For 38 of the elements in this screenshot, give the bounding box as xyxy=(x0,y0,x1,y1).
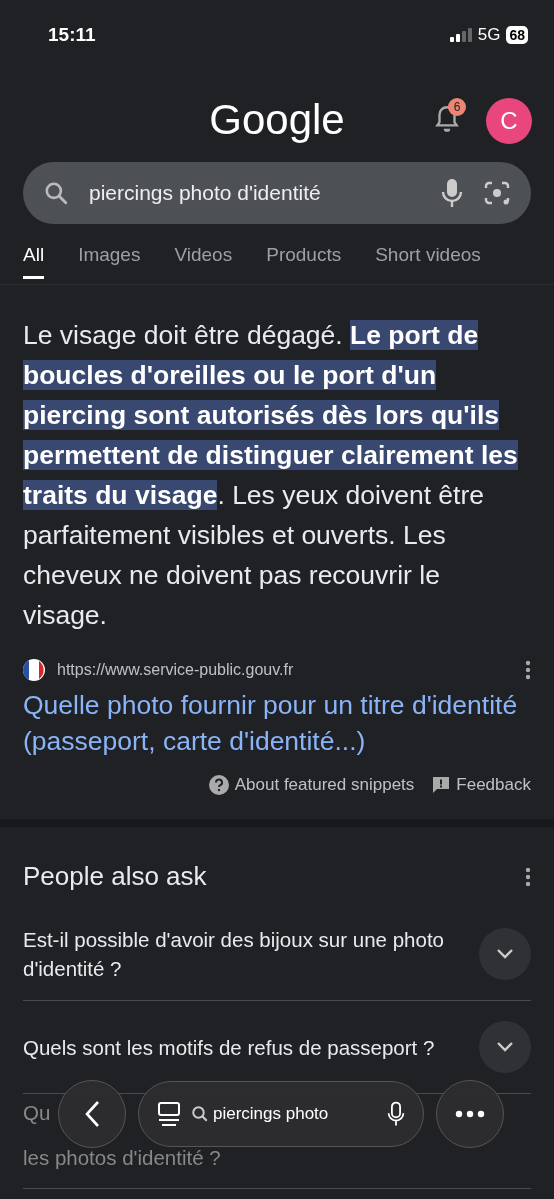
site-favicon xyxy=(23,659,45,681)
more-icon[interactable] xyxy=(525,660,531,680)
tab[interactable]: All xyxy=(23,244,45,279)
help-icon xyxy=(208,775,229,795)
network-label: 5G xyxy=(477,25,501,45)
question-text[interactable]: Quels sont les motifs de refus de passeport ? xyxy=(23,1032,435,1062)
notification-badge: 6 xyxy=(448,98,466,116)
signal-icon xyxy=(449,28,472,42)
status-time: 15:11 xyxy=(48,24,96,46)
microphone-icon[interactable] xyxy=(387,1100,405,1128)
search-icon xyxy=(43,180,69,206)
avatar[interactable]: C xyxy=(486,98,532,144)
snippet-text: Le visage doit être dégagé. Le port de boucles d'oreilles ou le port d'un piercing sont autorisés dès lors qu'ils permettent de distinguer clairement les traits du visage. Les yeux doivent être parfaitement visibles et ouverts. Les cheveux ne doivent pas recouvrir le visage. xyxy=(23,319,519,632)
about-snippets-link[interactable]: About featured snippets xyxy=(208,775,415,795)
address-text: piercings photo xyxy=(213,1104,330,1124)
camera-icon[interactable] xyxy=(483,179,511,207)
source-url: https://www.service-public.gouv.fr xyxy=(57,661,295,679)
tab[interactable]: Products xyxy=(266,244,342,276)
chevron-down-icon xyxy=(496,948,514,960)
section-title: People also ask xyxy=(23,861,207,892)
dots-icon xyxy=(455,1110,485,1118)
chevron-down-icon xyxy=(496,1041,514,1053)
search-field[interactable]: piercings photo d'identité xyxy=(23,162,531,224)
result-title-link[interactable]: Quelle photo fournir pour un titre d'identité (passeport, carte d'identité...) xyxy=(23,687,531,759)
battery-indicator: 68 xyxy=(506,26,528,44)
feedback-link[interactable]: Feedback xyxy=(432,775,531,795)
tab[interactable]: Images xyxy=(78,244,141,276)
question-text[interactable]: Est-il possible d'avoir des bijoux sur une photo d'identité ? xyxy=(23,925,459,983)
tab[interactable]: Videos xyxy=(174,244,233,276)
bell-icon[interactable] xyxy=(434,104,460,134)
more-icon[interactable] xyxy=(525,866,531,887)
question-text[interactable]: Qu xyxy=(23,1098,51,1127)
feedback-icon xyxy=(432,776,451,794)
search-icon xyxy=(191,1105,209,1123)
address-bar[interactable]: piercings photo xyxy=(138,1081,424,1147)
google-logo: Google xyxy=(209,96,345,144)
tab[interactable]: Short videos xyxy=(375,244,481,276)
tabs-icon[interactable] xyxy=(157,1101,181,1127)
